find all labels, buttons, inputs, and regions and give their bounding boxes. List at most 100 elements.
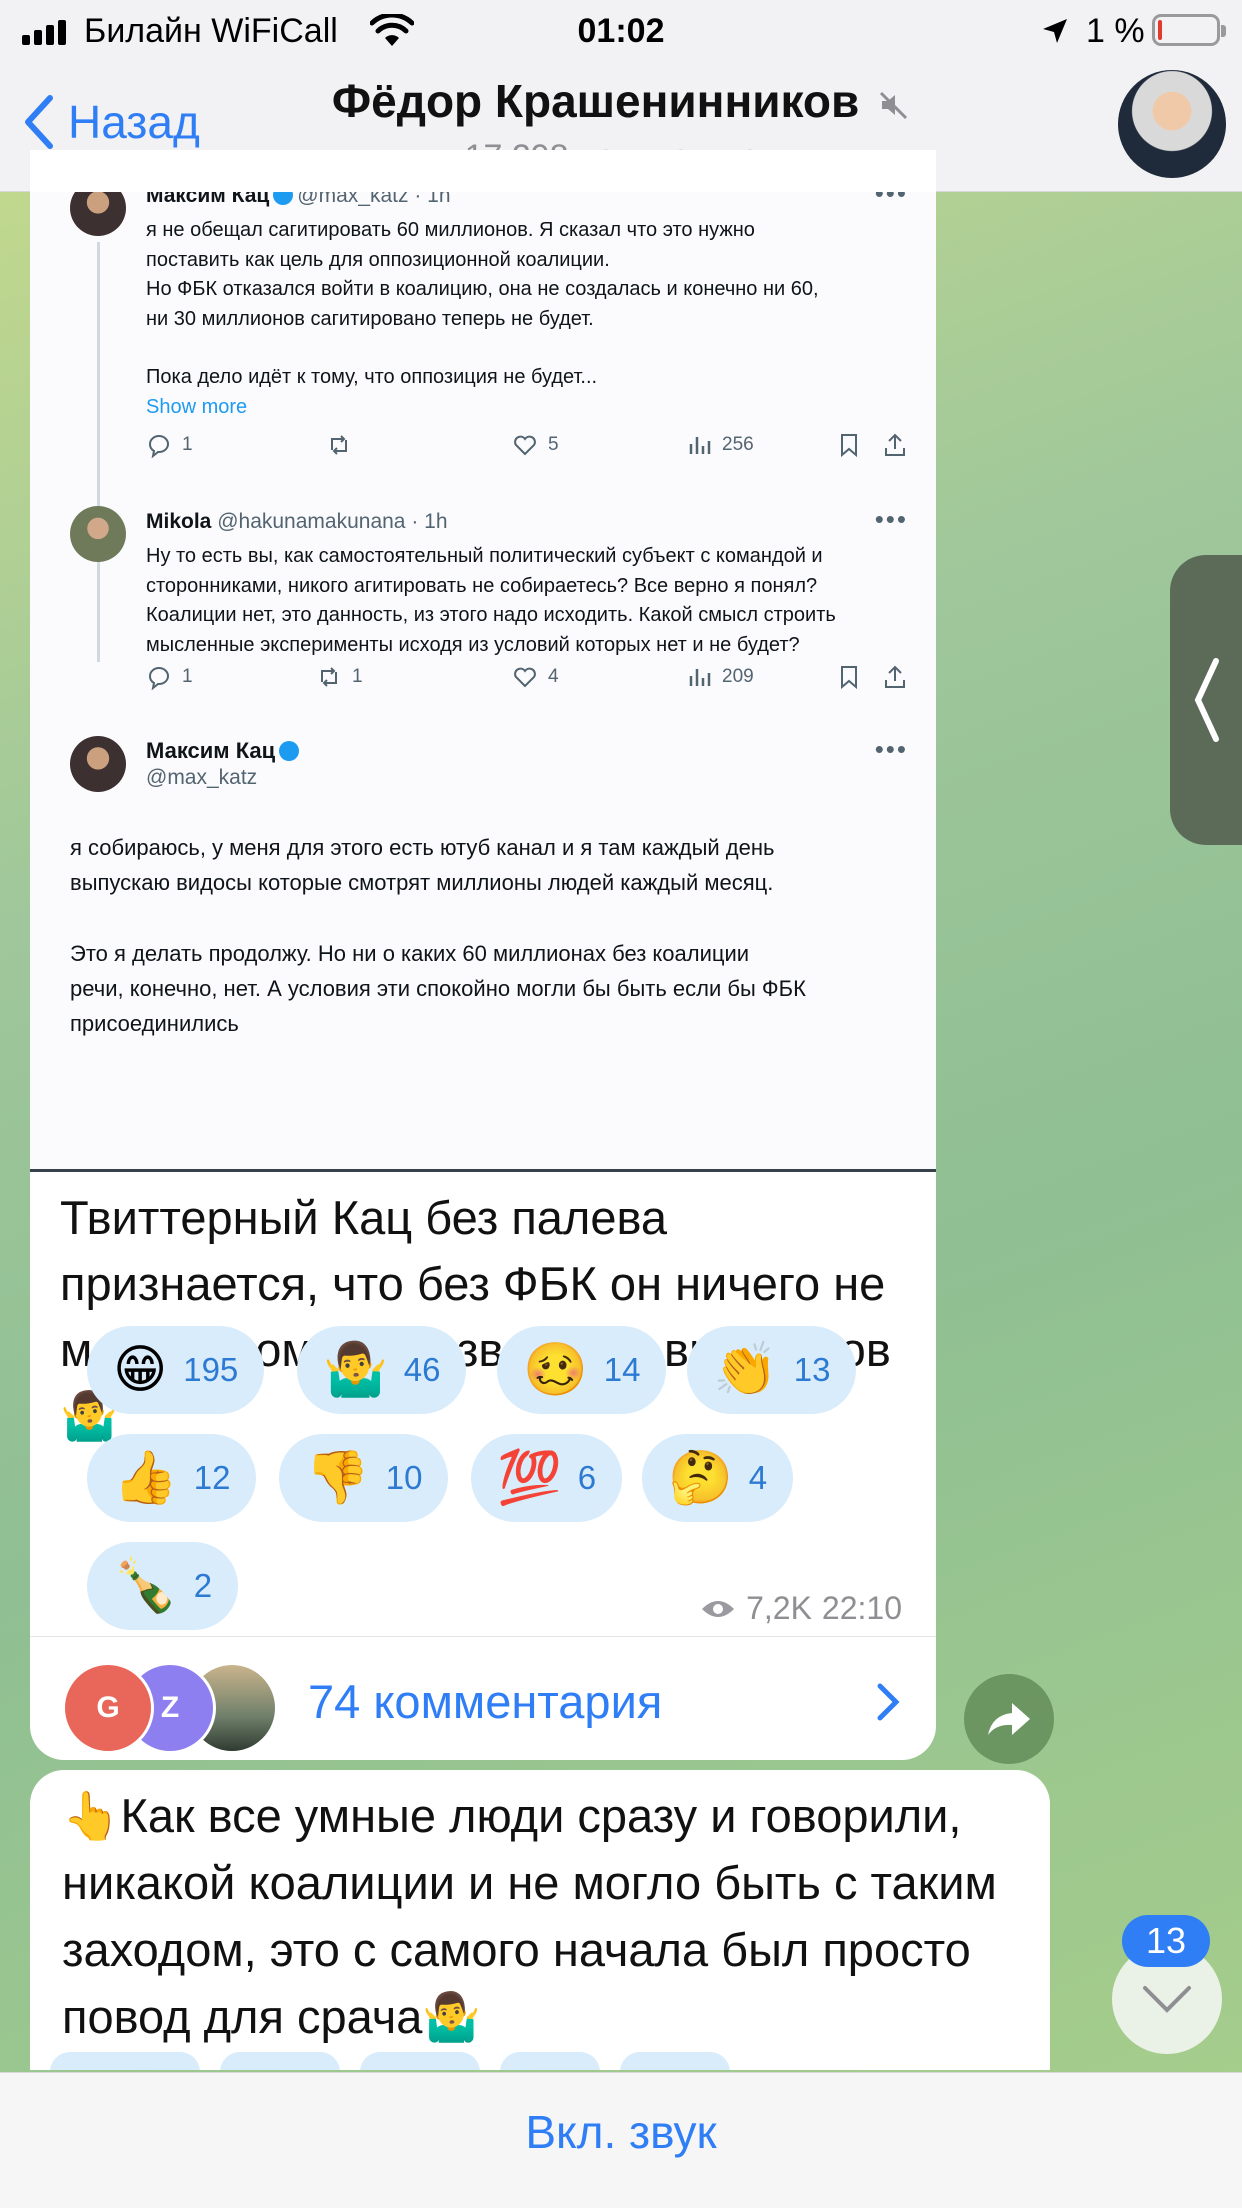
reaction-count: 13	[793, 1351, 831, 1388]
retweet-icon	[321, 667, 337, 687]
tweet-line: выпускаю видосы которые смотрят миллионы…	[70, 870, 774, 895]
message-bubble[interactable]: 👆Как все умные люди сразу и говорили, ни…	[30, 1770, 1050, 2070]
share-arrow-icon	[988, 1703, 1030, 1735]
tweet-author: Mikola	[146, 510, 212, 533]
battery-fill	[1158, 20, 1162, 40]
heart-icon	[514, 667, 536, 688]
chevron-left-icon	[1194, 658, 1219, 742]
reaction-chip[interactable]: 🤔 4	[642, 1434, 794, 1522]
like-count: 5	[548, 434, 559, 455]
reaction-chip[interactable]	[360, 2052, 480, 2070]
reaction-chip[interactable]	[620, 2052, 730, 2070]
bookmark-button[interactable]	[836, 664, 862, 690]
more-icon[interactable]: •••	[875, 192, 908, 209]
channel-avatar[interactable]	[1118, 70, 1226, 178]
reply-count: 1	[182, 434, 193, 455]
reaction-emoji: 👍	[113, 1448, 178, 1508]
verified-icon	[279, 741, 300, 761]
retweet-button[interactable]: 1	[316, 664, 363, 690]
reaction-count: 195	[183, 1351, 239, 1388]
analytics-icon	[689, 437, 711, 454]
reaction-emoji: 👎	[305, 1448, 370, 1508]
reaction-emoji: 👏	[713, 1340, 778, 1400]
reaction-chip[interactable]: 👏 13	[687, 1326, 857, 1414]
bookmark-button[interactable]	[836, 432, 862, 458]
tweet-author: Максим Кац	[146, 738, 276, 763]
reaction-chip[interactable]: 👎 10	[279, 1434, 449, 1522]
reaction-chip[interactable]: 💯 6	[471, 1434, 623, 1522]
reaction-count: 46	[403, 1351, 441, 1388]
reply-button[interactable]: 1	[146, 664, 193, 690]
analytics-icon	[689, 669, 711, 686]
tweet-text: я не обещал сагитировать 60 миллионов. Я…	[146, 216, 906, 422]
share-button[interactable]	[882, 664, 908, 690]
view-count: 7,2K	[746, 1590, 812, 1626]
tweet-line: я не обещал сагитировать 60 миллионов. Я…	[146, 219, 755, 241]
retweet-button[interactable]	[326, 432, 352, 458]
view-count: 209	[722, 666, 754, 687]
forward-button[interactable]	[964, 1674, 1054, 1764]
reaction-count: 4	[748, 1459, 768, 1496]
share-icon	[885, 665, 905, 688]
unmute-button[interactable]: Вкл. звук	[0, 2105, 1242, 2159]
tweet-text: я собираюсь, у меня для этого есть ютуб …	[70, 830, 910, 1041]
reaction-count: 14	[603, 1351, 641, 1388]
chevron-right-icon	[877, 1683, 900, 1721]
reaction-chip[interactable]	[50, 2052, 200, 2070]
tweet-line: Коалиции нет, это данность, из этого над…	[146, 604, 836, 626]
reaction-chip[interactable]: 🍾 2	[87, 1542, 239, 1630]
reaction-chip[interactable]: 🥴 14	[497, 1326, 667, 1414]
post-time: 22:10	[821, 1590, 902, 1626]
like-button[interactable]: 4	[512, 664, 559, 690]
chevron-down-icon	[1143, 1986, 1191, 2013]
channel-name: Фёдор Крашенинников	[331, 75, 860, 127]
reply-count: 1	[182, 666, 193, 687]
like-count: 4	[548, 666, 559, 687]
share-button[interactable]	[882, 432, 908, 458]
reaction-chip[interactable]	[500, 2052, 600, 2070]
reaction-emoji: 💯	[497, 1448, 562, 1508]
avatar	[70, 506, 126, 562]
battery-percent: 1 %	[1086, 12, 1145, 50]
tweet-line: Но ФБК отказался войти в коалицию, она н…	[146, 278, 819, 300]
views-button[interactable]: 256	[686, 432, 754, 458]
tweet-handle: @max_katz · 1h	[297, 192, 451, 207]
channel-title[interactable]: Фёдор Крашенинников	[0, 74, 1242, 128]
more-icon[interactable]: •••	[875, 504, 908, 535]
reaction-emoji: 🤔	[668, 1448, 733, 1508]
divider	[30, 1636, 936, 1637]
tweet-line: Пока дело идёт к тому, что оппозиция не …	[146, 366, 598, 388]
tweet-author: Максим Кац	[146, 192, 270, 207]
location-arrow-icon	[1043, 19, 1067, 43]
bookmark-icon	[841, 666, 857, 690]
reaction-emoji: 😁	[113, 1340, 168, 1400]
avatar	[70, 736, 126, 792]
tweet-screenshot[interactable]: Максим Кац @max_katz · 1h ••• я не обещал…	[30, 192, 936, 1172]
comments-button[interactable]: G Z 74 комментария	[30, 1638, 936, 1760]
reply-button[interactable]: 1	[146, 432, 193, 458]
reaction-emoji: 🍾	[113, 1556, 178, 1616]
show-more-link[interactable]: Show more	[146, 393, 906, 423]
heart-icon	[514, 435, 536, 456]
tweet-line: ни 30 миллионов сагитировано теперь не б…	[146, 307, 594, 330]
reaction-chip[interactable]: 🤷‍♂️ 46	[297, 1326, 467, 1414]
side-panel-handle[interactable]	[1170, 555, 1242, 845]
reaction-chip[interactable]: 😁 195	[87, 1326, 265, 1414]
reaction-emoji: 🥴	[523, 1340, 588, 1400]
tweet-text: Ну то есть вы, как самостоятельный полит…	[146, 542, 906, 660]
status-bar: Билайн WiFiCall 01:02 1 %	[0, 0, 1242, 62]
muted-icon	[880, 91, 908, 119]
views-button[interactable]: 209	[686, 664, 754, 690]
share-icon	[885, 433, 905, 456]
reaction-count: 6	[577, 1459, 597, 1496]
reaction-chip[interactable]: 👍 12	[87, 1434, 257, 1522]
reaction-chip[interactable]	[220, 2052, 340, 2070]
bottom-bar: Вкл. звук	[0, 2072, 1242, 2208]
tweet-line: Это я делать продолжу. Но ни о каких 60 …	[70, 941, 750, 966]
unread-badge: 13	[1122, 1915, 1210, 1967]
like-button[interactable]: 5	[512, 432, 559, 458]
message-bubble[interactable]: Максим Кац @max_katz · 1h ••• я не обещал…	[30, 150, 936, 1760]
more-icon[interactable]: •••	[875, 734, 908, 765]
view-count: 256	[722, 434, 754, 455]
thread-line	[97, 568, 100, 658]
